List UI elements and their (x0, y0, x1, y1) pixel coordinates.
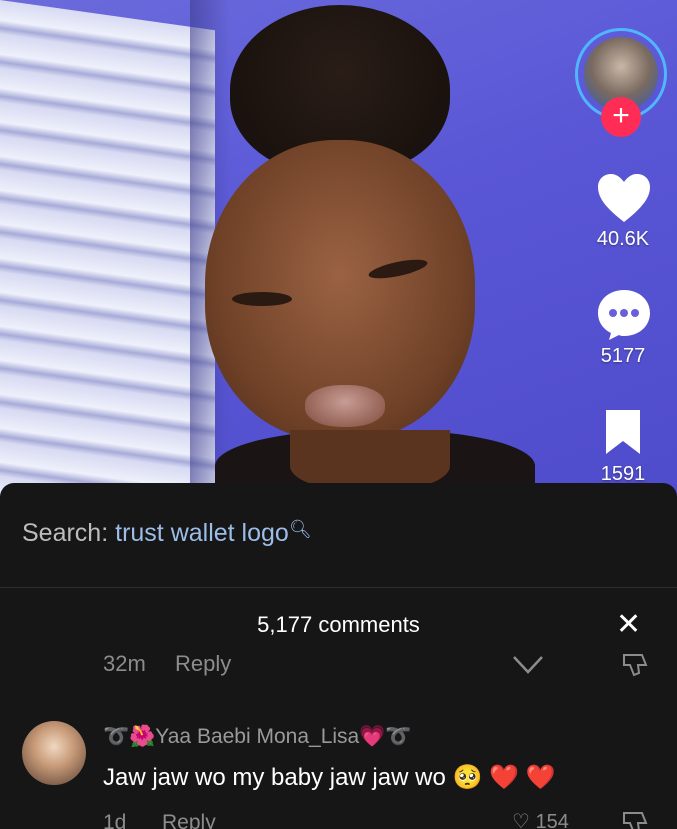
person-mouth (305, 385, 385, 427)
commenter-username[interactable]: ➰🌺Yaa Baebi Mona_Lisa💗➰ (103, 725, 412, 749)
search-term-link[interactable]: trust wallet logo (115, 519, 289, 547)
dislike-icon[interactable] (620, 811, 650, 829)
follow-button[interactable]: + (601, 97, 641, 137)
comments-sheet: Search: trust wallet logo🔍︎ 5,177 commen… (0, 483, 677, 829)
decor-emoji: 💗➰ (359, 725, 412, 748)
prev-comment-reply[interactable]: Reply (175, 651, 231, 677)
comment-emoji: 🥺 ❤️ ❤️ (452, 764, 556, 791)
window-blinds (0, 0, 215, 500)
comment-reply-button[interactable]: Reply (162, 811, 216, 829)
comment-bubble-icon[interactable] (596, 288, 652, 342)
close-icon[interactable]: ✕ (616, 607, 641, 642)
commenter-name: Yaa Baebi Mona_Lisa (155, 725, 360, 748)
heart-outline-icon: ♡ (512, 811, 530, 829)
search-suggestion[interactable]: Search: trust wallet logo🔍︎ (22, 519, 312, 548)
prev-comment-time: 32m (103, 651, 146, 676)
comments-count-title: 5,177 comments (257, 612, 420, 637)
comment-like[interactable]: ♡ 154 (512, 809, 569, 829)
commenter-avatar[interactable] (22, 721, 86, 785)
comment-like-count: 154 (535, 811, 569, 829)
person-neck (290, 430, 450, 490)
comment-time: 1d (103, 811, 127, 829)
comment-text-row: Jaw jaw wo my baby jaw jaw wo 🥺 ❤️ ❤️ (103, 763, 555, 792)
like-count: 40.6K (596, 228, 650, 250)
bookmark-icon[interactable] (603, 408, 643, 456)
heart-icon[interactable] (596, 172, 652, 224)
comment-count: 5177 (600, 345, 646, 367)
search-icon: 🔍︎ (288, 519, 312, 539)
chevron-down-icon[interactable] (512, 655, 544, 675)
decor-emoji: ➰🌺 (103, 725, 156, 748)
plus-icon: + (612, 99, 630, 132)
comment-text: Jaw jaw wo my baby jaw jaw wo (103, 764, 446, 791)
search-prefix: Search: (22, 519, 109, 547)
person-eye-left (232, 292, 292, 306)
divider (0, 587, 677, 588)
dislike-icon[interactable] (620, 653, 650, 677)
